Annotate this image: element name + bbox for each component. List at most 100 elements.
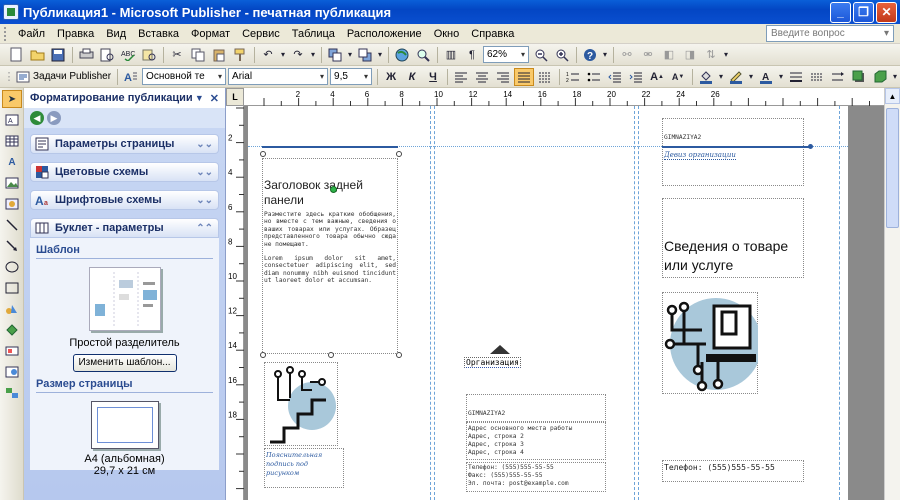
toolbar-options-icon[interactable]: ▾ xyxy=(891,68,899,86)
research-icon[interactable] xyxy=(139,46,159,64)
oval-icon[interactable] xyxy=(2,258,22,276)
design-gallery-icon[interactable] xyxy=(2,384,22,402)
line-color-icon[interactable] xyxy=(726,68,746,86)
page-size-thumbnail[interactable] xyxy=(90,401,159,449)
print-preview-icon[interactable] xyxy=(97,46,117,64)
horizontal-ruler[interactable]: 2 4 6 8 10 12 14 16 18 20 22 24 26 xyxy=(244,88,884,106)
numbering-icon[interactable]: 12 xyxy=(563,68,583,86)
shrink-font-icon[interactable]: A ▼ xyxy=(668,68,688,86)
chevron-down-icon[interactable]: ▾ xyxy=(717,68,725,86)
html-fragment-icon[interactable] xyxy=(2,363,22,381)
styles-icon[interactable]: A xyxy=(121,68,141,86)
menu-tools[interactable]: Сервис xyxy=(236,28,286,40)
text-direction-icon[interactable]: ⇅ xyxy=(701,46,721,64)
address-line-4[interactable]: Адрес, строка 4 xyxy=(468,449,524,456)
align-right-icon[interactable] xyxy=(493,68,513,86)
back-panel-title[interactable]: Заголовок задней панели xyxy=(264,178,382,208)
new-icon[interactable] xyxy=(6,46,26,64)
bold-button[interactable]: Ж xyxy=(381,68,401,86)
line-icon[interactable] xyxy=(2,216,22,234)
bullets-icon[interactable] xyxy=(584,68,604,86)
shadow-style-icon[interactable] xyxy=(849,68,869,86)
contact-phone[interactable]: Телефон: (555)555-55-55 xyxy=(468,464,554,471)
help-question-input[interactable]: Введите вопрос ▾ xyxy=(766,25,894,42)
vertical-ruler[interactable]: 2 4 6 8 10 12 14 16 18 xyxy=(226,106,244,500)
link-icon[interactable]: ⚯ xyxy=(617,46,637,64)
align-center-icon[interactable] xyxy=(472,68,492,86)
save-icon[interactable] xyxy=(48,46,68,64)
copy-icon[interactable] xyxy=(188,46,208,64)
arrange-right-icon[interactable]: ◨ xyxy=(680,46,700,64)
line-style-icon[interactable] xyxy=(786,68,806,86)
table-icon[interactable] xyxy=(2,132,22,150)
zoom-out-icon[interactable] xyxy=(531,46,551,64)
org-name-label[interactable]: Организация xyxy=(464,357,521,368)
selection-handle[interactable] xyxy=(260,151,266,157)
selection-handle[interactable] xyxy=(396,352,402,358)
publication-page[interactable]: Заголовок задней панели Разместите здесь… xyxy=(248,106,848,500)
chevron-down-icon[interactable]: ▼ xyxy=(195,93,204,103)
template-thumbnail[interactable] xyxy=(88,267,161,331)
menu-view[interactable]: Вид xyxy=(100,28,132,40)
font-size-select[interactable]: 9,5 ▾ xyxy=(330,68,373,85)
front-phone[interactable]: Телефон: (555)555-55-55 xyxy=(664,463,775,472)
wordart-icon[interactable]: A xyxy=(2,153,22,171)
menu-help[interactable]: Справка xyxy=(465,28,520,40)
front-title[interactable]: Сведения о товаре или услуге xyxy=(664,237,802,275)
spelling-icon[interactable]: ABC xyxy=(118,46,138,64)
section-color-schemes[interactable]: Цветовые схемы ⌄⌄ xyxy=(30,162,219,182)
bring-forward-icon[interactable] xyxy=(325,46,345,64)
print-icon[interactable] xyxy=(76,46,96,64)
scroll-up-icon[interactable]: ▲ xyxy=(885,88,900,104)
chevron-down-icon[interactable]: ▾ xyxy=(376,46,384,64)
back-panel-lorem[interactable]: Lorem ipsum dolor sit amet, consectetuer… xyxy=(264,255,396,285)
minimize-button[interactable]: _ xyxy=(830,1,851,23)
select-pointer-icon[interactable]: ➤ xyxy=(2,90,22,108)
chevron-down-icon[interactable]: ▾ xyxy=(309,46,317,64)
back-panel-body[interactable]: Разместите здесь краткие обобщения, но в… xyxy=(264,211,396,248)
picture-caption[interactable]: Пояснительная подпись под рисунком xyxy=(266,451,342,478)
pilcrow-icon[interactable]: ¶ xyxy=(462,46,482,64)
menu-window[interactable]: Окно xyxy=(428,28,466,40)
arrow-icon[interactable] xyxy=(2,237,22,255)
rotate-handle[interactable] xyxy=(330,186,337,193)
front-slogan[interactable]: Девиз организации xyxy=(664,151,736,160)
arrow-style-icon[interactable] xyxy=(828,68,848,86)
zoom-select[interactable]: 62% ▾ xyxy=(483,46,529,63)
hot-spot-icon[interactable] xyxy=(2,321,22,339)
font-select[interactable]: Arial ▾ xyxy=(228,68,329,85)
chevron-down-icon[interactable]: ▾ xyxy=(777,68,785,86)
chevron-down-icon[interactable]: ▾ xyxy=(747,68,755,86)
menu-grip[interactable] xyxy=(4,26,8,41)
decrease-indent-icon[interactable] xyxy=(605,68,625,86)
3d-style-icon[interactable] xyxy=(870,68,890,86)
toolbar-options-icon[interactable]: ▾ xyxy=(722,46,730,64)
address-line-2[interactable]: Адрес, строка 2 xyxy=(468,433,524,440)
publisher-app-icon[interactable] xyxy=(3,4,19,20)
selection-handle[interactable] xyxy=(328,352,334,358)
ruler-corner[interactable]: L xyxy=(226,88,244,106)
justify-icon[interactable] xyxy=(514,67,535,86)
menu-file[interactable]: Файл xyxy=(12,28,51,40)
zoom-search-icon[interactable] xyxy=(413,46,433,64)
clip-art-icon[interactable] xyxy=(2,195,22,213)
autoshapes-icon[interactable] xyxy=(2,300,22,318)
text-box-icon[interactable]: A xyxy=(2,111,22,129)
web-icon[interactable] xyxy=(392,46,412,64)
change-template-button[interactable]: Изменить шаблон... xyxy=(72,354,177,372)
contact-email[interactable]: Эл. почта: post@example.com xyxy=(468,480,569,487)
style-select[interactable]: Основной те ▾ xyxy=(142,68,227,85)
address-line-1[interactable]: Адрес основного места работы xyxy=(468,425,572,432)
undo-icon[interactable]: ↶ xyxy=(258,46,278,64)
zoom-in-icon[interactable] xyxy=(552,46,572,64)
document-canvas[interactable]: Заголовок задней панели Разместите здесь… xyxy=(244,106,884,500)
unlink-icon[interactable]: ⚮ xyxy=(638,46,658,64)
picture-frame-icon[interactable] xyxy=(2,174,22,192)
section-font-schemes[interactable]: Aa Шрифтовые схемы ⌄⌄ xyxy=(30,190,219,210)
section-page-setup[interactable]: Параметры страницы ⌄⌄ xyxy=(30,134,219,154)
back-icon[interactable]: ◀ xyxy=(30,111,44,125)
underline-button[interactable]: Ч xyxy=(423,68,443,86)
menu-arrange[interactable]: Расположение xyxy=(341,28,428,40)
fill-color-icon[interactable] xyxy=(696,68,716,86)
computer-circuit-icon[interactable] xyxy=(662,292,758,394)
